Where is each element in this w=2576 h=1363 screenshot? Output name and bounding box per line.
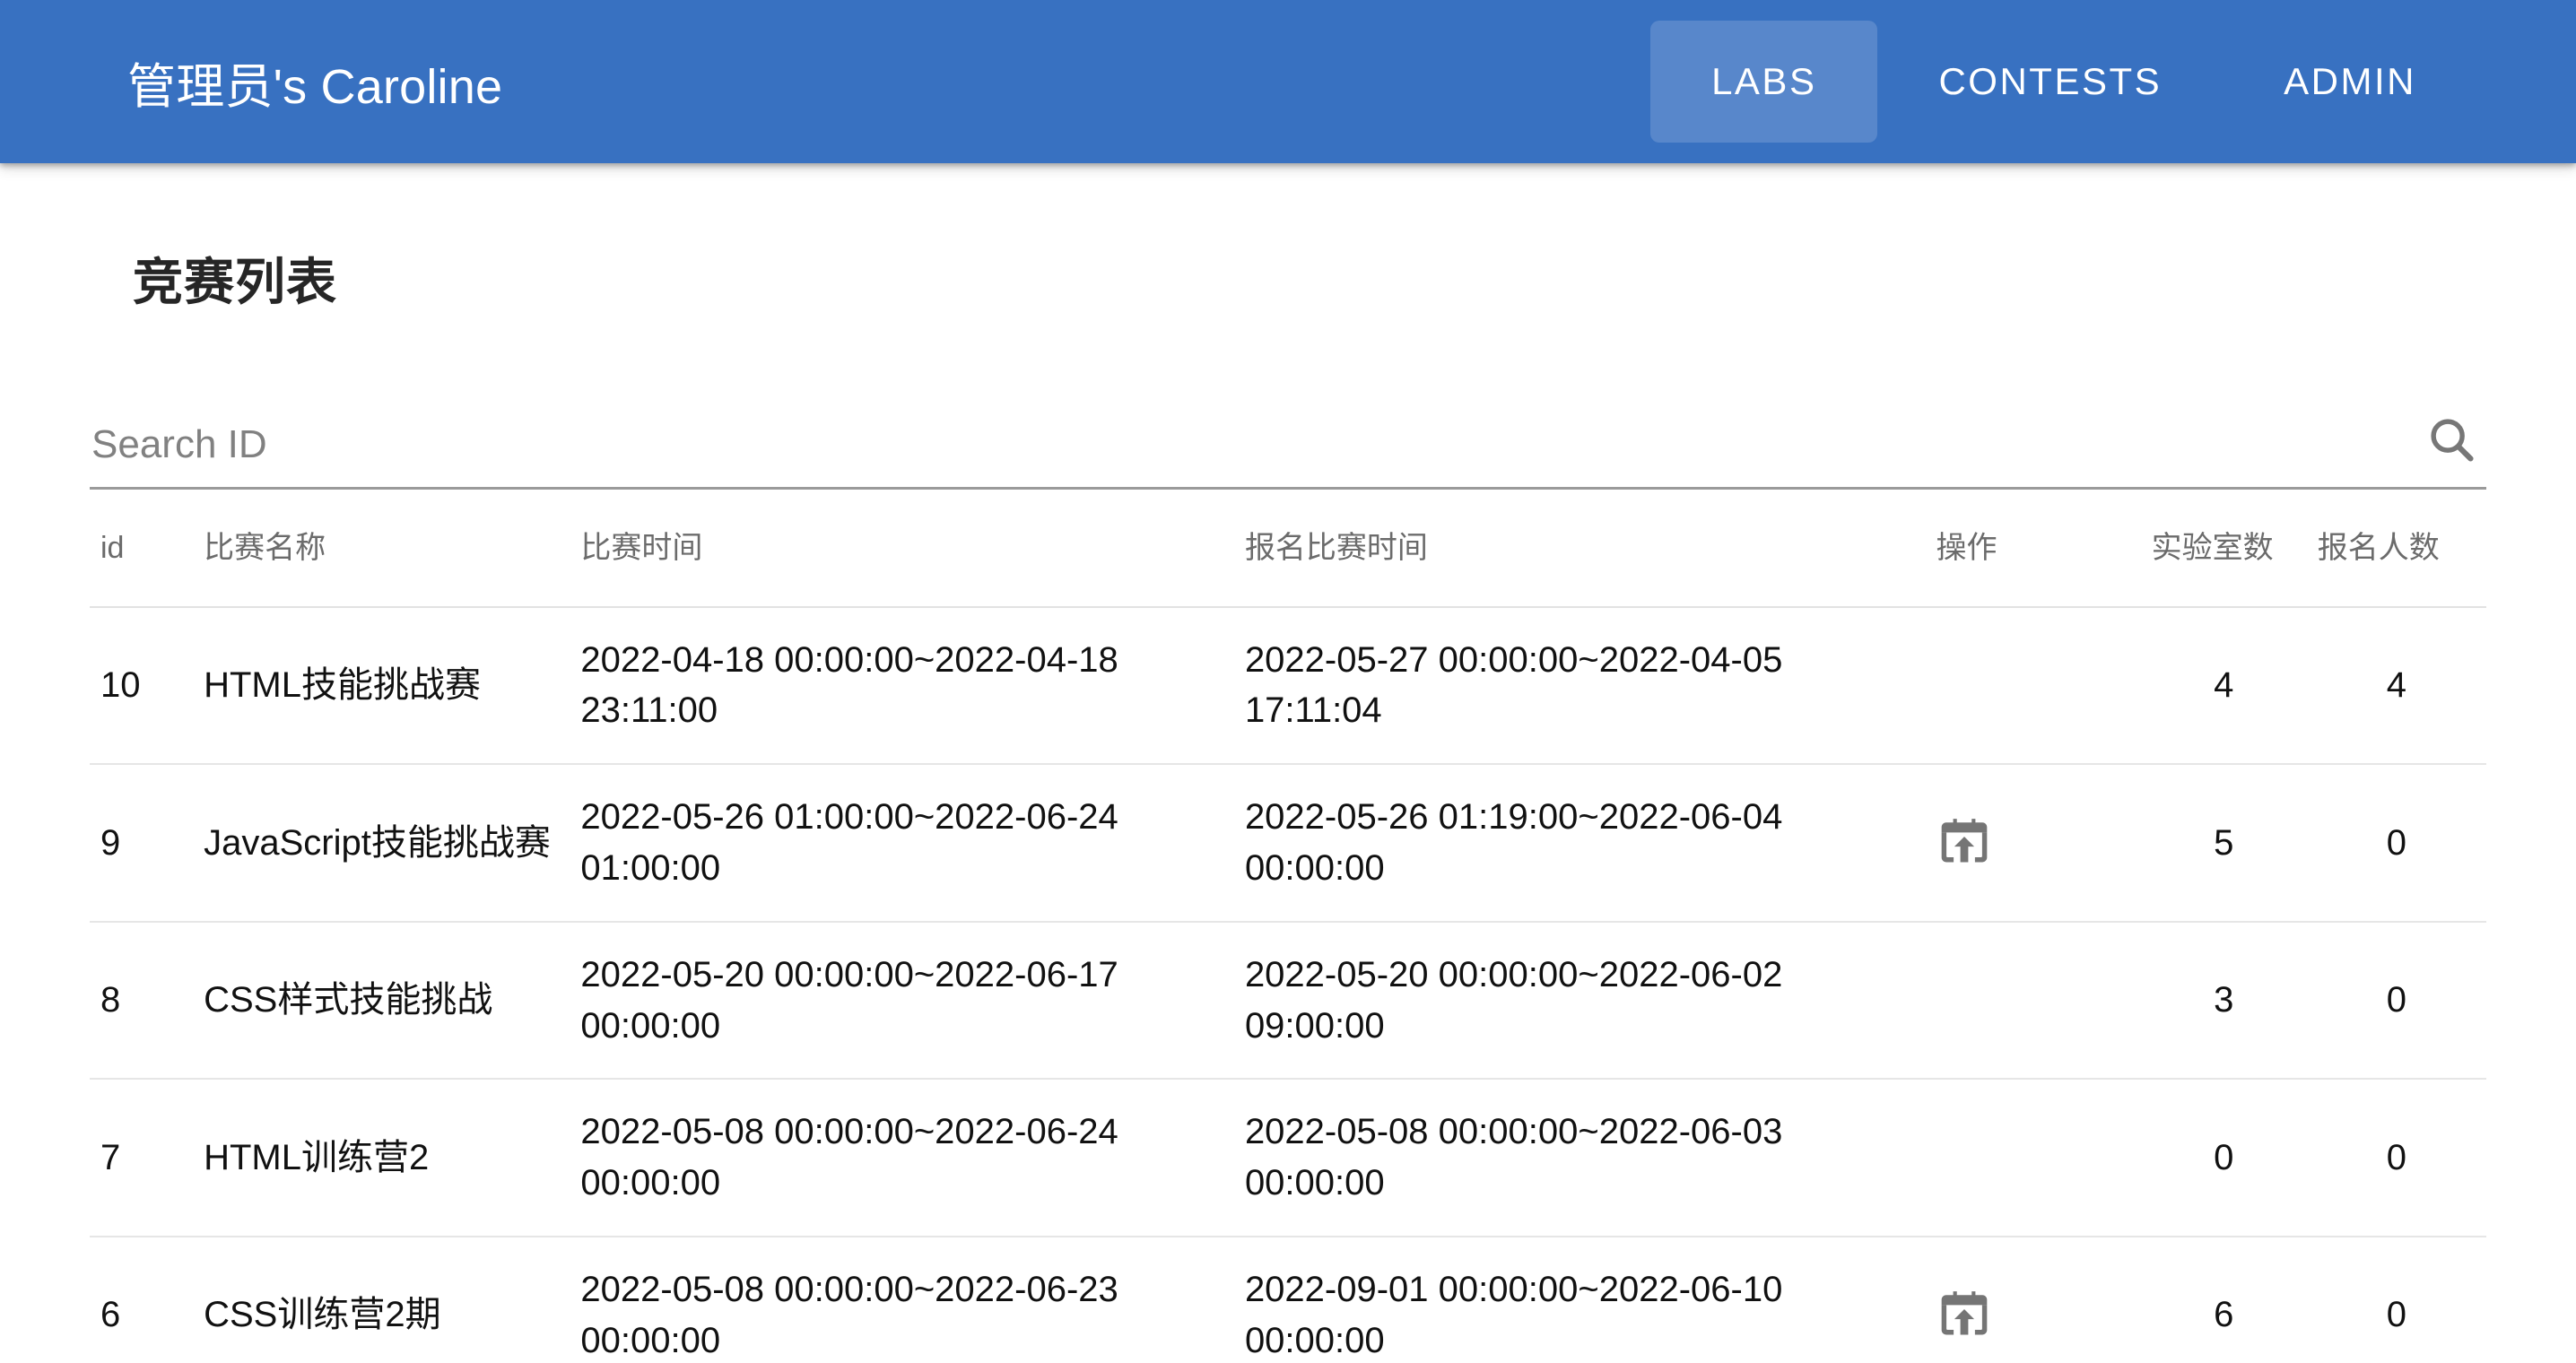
cell-name: JavaScript技能挑战赛	[193, 764, 570, 923]
main-nav: LABS CONTESTS ADMIN	[1650, 21, 2477, 143]
cell-labs: 4	[2140, 606, 2307, 766]
cell-signup: 2022-05-27 00:00:00~2022-04-05 17:11:04	[1233, 606, 1926, 766]
cell-time: 2022-05-26 01:00:00~2022-06-24 01:00:00	[570, 764, 1234, 923]
cell-id: 8	[90, 921, 194, 1081]
cell-time: 2022-05-20 00:00:00~2022-06-17 00:00:00	[570, 921, 1234, 1081]
table-row[interactable]: 6 CSS训练营2期 2022-05-08 00:00:00~2022-06-2…	[90, 1236, 2486, 1363]
table-row[interactable]: 7 HTML训练营2 2022-05-08 00:00:00~2022-06-2…	[90, 1079, 2486, 1237]
cell-labs: 3	[2140, 921, 2307, 1081]
cell-op	[1925, 606, 2141, 766]
cell-people: 0	[2306, 1079, 2486, 1237]
cell-name: CSS样式技能挑战	[193, 921, 570, 1081]
column-header-labs-label: 实验室数	[2151, 531, 2274, 565]
cell-id: 10	[90, 606, 194, 766]
cell-signup: 2022-09-01 00:00:00~2022-06-10 00:00:00	[1233, 1236, 1926, 1363]
cell-time: 2022-05-08 00:00:00~2022-06-23 00:00:00	[570, 1236, 1234, 1363]
brand-title: 管理员's Caroline	[127, 59, 503, 114]
cell-labs: 5	[2140, 764, 2307, 923]
cell-op	[1925, 764, 2141, 923]
search-icon	[2431, 419, 2474, 462]
cell-time: 2022-04-18 00:00:00~2022-04-18 23:11:00	[570, 606, 1234, 766]
table-body: 10 HTML技能挑战赛 2022-04-18 00:00:00~2022-04…	[90, 606, 2486, 1363]
column-header-people[interactable]: 报名人数	[2306, 490, 2486, 608]
cell-id: 9	[90, 764, 194, 923]
contest-table: id 比赛名称 比赛时间 报名比赛时间 操作 实验室数 报名人数 10 HTML…	[90, 490, 2486, 1363]
column-header-people-label: 报名人数	[2317, 531, 2440, 565]
cell-labs: 6	[2140, 1236, 2307, 1363]
table-row[interactable]: 9 JavaScript技能挑战赛 2022-05-26 01:00:00~20…	[90, 764, 2486, 923]
column-header-name[interactable]: 比赛名称	[193, 490, 570, 608]
page-content: 竞赛列表 id 比赛名称 比赛时间 报名比赛时间 操作 实验室数 报名人数	[0, 242, 2576, 1363]
column-header-labs[interactable]: 实验室数	[2140, 490, 2307, 608]
nav-item-admin[interactable]: ADMIN	[2223, 21, 2477, 143]
search-row	[90, 408, 2486, 490]
cell-name: HTML训练营2	[193, 1079, 570, 1237]
table-header-row: id 比赛名称 比赛时间 报名比赛时间 操作 实验室数 报名人数	[90, 490, 2486, 608]
column-header-signup[interactable]: 报名比赛时间	[1233, 490, 1926, 608]
nav-item-labs[interactable]: LABS	[1650, 21, 1878, 143]
cell-signup: 2022-05-08 00:00:00~2022-06-03 00:00:00	[1233, 1079, 1926, 1237]
app-bar: 管理员's Caroline LABS CONTESTS ADMIN	[0, 0, 2576, 163]
cell-op	[1925, 1079, 2141, 1237]
search-input[interactable]	[90, 422, 2420, 471]
table-head: id 比赛名称 比赛时间 报名比赛时间 操作 实验室数 报名人数	[90, 490, 2486, 608]
cell-time: 2022-05-08 00:00:00~2022-06-24 00:00:00	[570, 1079, 1234, 1237]
cell-name: CSS训练营2期	[193, 1236, 570, 1363]
calendar-upload-icon[interactable]	[1936, 1288, 1992, 1343]
cell-people: 0	[2306, 1236, 2486, 1363]
cell-id: 6	[90, 1236, 194, 1363]
cell-name: HTML技能挑战赛	[193, 606, 570, 766]
cell-people: 0	[2306, 921, 2486, 1081]
column-header-time[interactable]: 比赛时间	[570, 490, 1234, 608]
cell-people: 4	[2306, 606, 2486, 766]
cell-signup: 2022-05-20 00:00:00~2022-06-02 09:00:00	[1233, 921, 1926, 1081]
cell-people: 0	[2306, 764, 2486, 923]
search-bar	[90, 408, 2486, 490]
cell-op	[1925, 921, 2141, 1081]
cell-op	[1925, 1236, 2141, 1363]
nav-item-contests[interactable]: CONTESTS	[1877, 21, 2223, 143]
page-title: 竞赛列表	[133, 254, 337, 310]
cell-signup: 2022-05-26 01:19:00~2022-06-04 00:00:00	[1233, 764, 1926, 923]
column-header-id[interactable]: id	[90, 490, 194, 608]
table-row[interactable]: 10 HTML技能挑战赛 2022-04-18 00:00:00~2022-04…	[90, 606, 2486, 766]
column-header-op[interactable]: 操作	[1925, 490, 2141, 608]
calendar-upload-icon[interactable]	[1936, 815, 1992, 871]
table-row[interactable]: 8 CSS样式技能挑战 2022-05-20 00:00:00~2022-06-…	[90, 921, 2486, 1081]
cell-labs: 0	[2140, 1079, 2307, 1237]
cell-id: 7	[90, 1079, 194, 1237]
search-button[interactable]	[2420, 408, 2483, 471]
